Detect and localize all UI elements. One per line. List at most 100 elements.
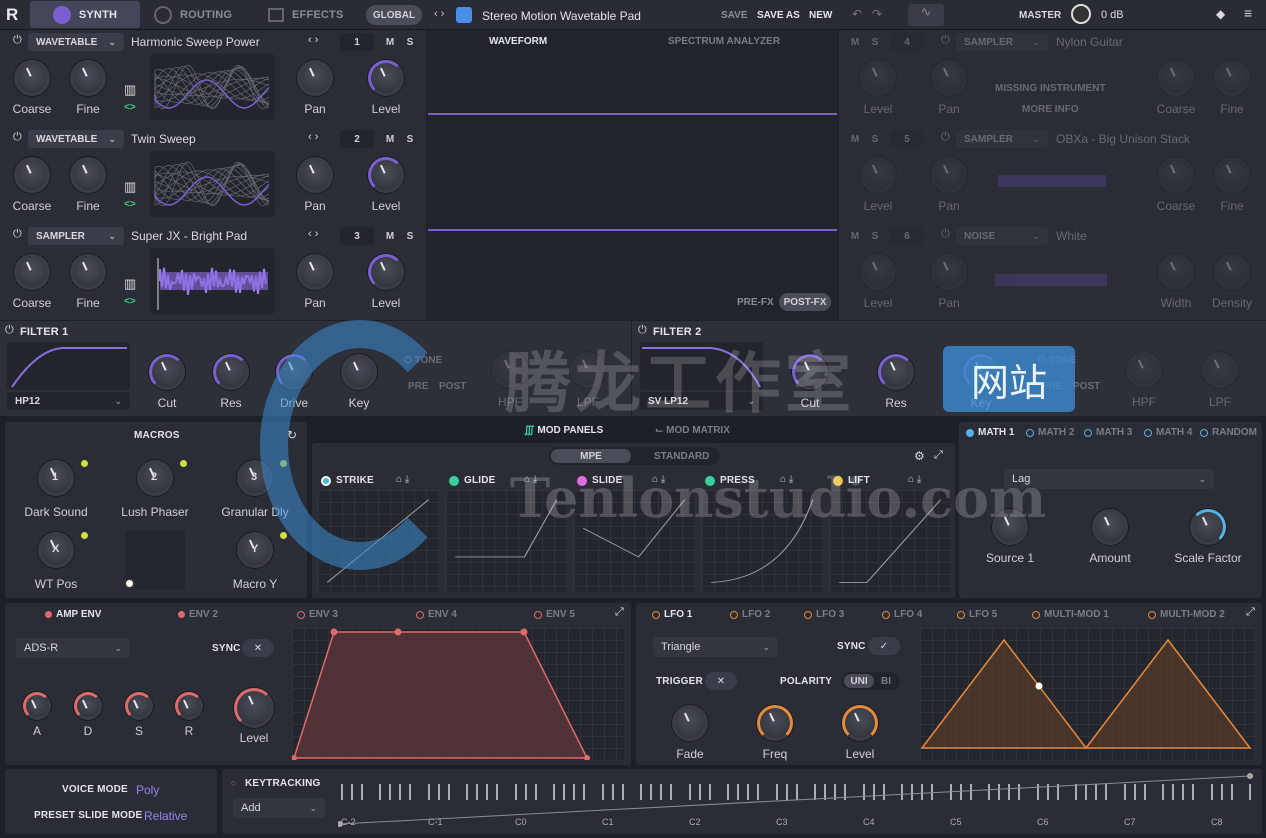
osc-coarse-knob[interactable] xyxy=(14,60,50,96)
tab-effects[interactable]: EFFECTS xyxy=(268,1,363,28)
filter2-cut-knob[interactable] xyxy=(792,354,828,390)
mute-button[interactable]: M xyxy=(848,33,862,51)
osc-type-select[interactable]: WAVETABLE ⌄ xyxy=(28,33,124,51)
osc-level-knob[interactable] xyxy=(860,254,896,290)
env-d-knob[interactable] xyxy=(74,692,102,720)
osc-width-knob[interactable] xyxy=(1158,254,1194,290)
osc-coarse-knob[interactable] xyxy=(14,157,50,193)
osc-nav-icon[interactable]: ‹ › xyxy=(308,131,318,143)
filter2-pre[interactable]: PRE xyxy=(1042,381,1063,392)
osc-type-select[interactable]: SAMPLER ⌄ xyxy=(28,227,124,245)
waveform-view-button[interactable]: ∿ xyxy=(908,4,944,26)
osc-name[interactable]: Nylon Guitar xyxy=(1056,35,1123,49)
lfo-freq-knob[interactable] xyxy=(757,705,793,741)
envelope-graph[interactable] xyxy=(291,628,624,761)
lfo-graph[interactable] xyxy=(920,628,1254,760)
filter1-pre[interactable]: PRE xyxy=(408,381,429,392)
env-tab[interactable]: ENV 5 xyxy=(534,609,575,620)
post-fx-button[interactable]: POST-FX xyxy=(779,293,831,311)
preset-nav-icon[interactable]: ‹ › xyxy=(434,8,444,20)
mod-panel-dot[interactable] xyxy=(321,476,331,486)
math-tab[interactable]: MATH 2 xyxy=(1026,427,1074,438)
master-knob[interactable] xyxy=(1071,4,1091,24)
mpe-button[interactable]: MPE xyxy=(551,449,631,463)
xy-pad-handle[interactable] xyxy=(124,578,135,589)
polarity-uni[interactable]: UNI xyxy=(844,674,874,688)
code-icon[interactable]: <> xyxy=(124,296,136,307)
solo-button[interactable]: S xyxy=(402,130,418,148)
osc-fine-knob[interactable] xyxy=(70,254,106,290)
mute-button[interactable]: M xyxy=(848,227,862,245)
mute-button[interactable]: M xyxy=(382,130,398,148)
osc-nav-icon[interactable]: ‹ › xyxy=(308,34,318,46)
standard-button[interactable]: STANDARD xyxy=(654,451,709,462)
filter1-lpf-knob[interactable] xyxy=(570,352,606,388)
power-icon[interactable]: ⏻ xyxy=(941,228,950,241)
tab-mod-matrix[interactable]: ⌙ MOD MATRIX xyxy=(655,425,730,436)
math-amount-knob[interactable] xyxy=(1092,509,1128,545)
osc-pan-knob[interactable] xyxy=(931,254,967,290)
undo-icon[interactable]: ↶ xyxy=(852,7,862,21)
keyboard-strip[interactable] xyxy=(337,772,1261,830)
power-icon[interactable]: ⏻ xyxy=(13,131,22,144)
lfo-fade-knob[interactable] xyxy=(672,705,708,741)
env-s-knob[interactable] xyxy=(125,692,153,720)
osc-level-knob[interactable] xyxy=(368,157,404,193)
env-level-knob[interactable] xyxy=(234,688,274,728)
keytracking-power-icon[interactable]: ○ xyxy=(231,778,236,788)
osc-preview[interactable] xyxy=(150,54,275,120)
filter2-tone-power-icon[interactable]: ⏻ xyxy=(1038,355,1049,366)
lfo-sync-toggle[interactable]: ✓ xyxy=(868,637,900,655)
osc-name[interactable]: White xyxy=(1056,229,1087,243)
osc-preview[interactable] xyxy=(150,248,275,314)
polarity-bi[interactable]: BI xyxy=(881,676,891,687)
osc-level-knob[interactable] xyxy=(368,60,404,96)
math-tab[interactable]: RANDOM xyxy=(1200,427,1257,438)
mod-panel-dot[interactable] xyxy=(833,476,843,486)
tab-spectrum[interactable]: SPECTRUM ANALYZER xyxy=(668,36,780,47)
keytracking-mode-select[interactable]: Add ⌄ xyxy=(233,798,325,818)
math-source-1-knob[interactable] xyxy=(992,509,1028,545)
osc-level-knob[interactable] xyxy=(860,60,896,96)
env-tab[interactable]: ENV 3 xyxy=(297,609,338,620)
osc-pan-knob[interactable] xyxy=(297,60,333,96)
filter2-power-icon[interactable]: ⏻ xyxy=(638,324,647,337)
mod-panel-graph[interactable] xyxy=(830,490,950,592)
power-icon[interactable]: ⏻ xyxy=(13,34,22,47)
power-icon[interactable]: ⏻ xyxy=(13,228,22,241)
global-button[interactable]: GLOBAL xyxy=(366,5,422,25)
filter1-tone-power-icon[interactable]: ⏻ xyxy=(404,355,415,366)
lfo-tab[interactable]: MULTI-MOD 2 xyxy=(1148,609,1225,620)
more-info-link[interactable]: MORE INFO xyxy=(1022,104,1079,115)
power-icon[interactable]: ⏻ xyxy=(941,131,950,144)
mute-button[interactable]: M xyxy=(848,130,862,148)
tab-routing[interactable]: ROUTING xyxy=(150,1,260,28)
env-tab[interactable]: ENV 4 xyxy=(416,609,457,620)
filter1-key-knob[interactable] xyxy=(341,354,377,390)
tab-waveform[interactable]: WAVEFORM xyxy=(489,36,547,47)
osc-pan-knob[interactable] xyxy=(931,157,967,193)
lfo-trigger-toggle[interactable]: ✕ xyxy=(705,672,737,690)
filter1-cut-knob[interactable] xyxy=(149,354,185,390)
filter2-res-knob[interactable] xyxy=(878,354,914,390)
osc-coarse-knob[interactable] xyxy=(1158,60,1194,96)
power-icon[interactable]: ⏻ xyxy=(941,34,950,47)
preset-slide-value[interactable]: Relative xyxy=(144,809,187,823)
osc-pan-knob[interactable] xyxy=(931,60,967,96)
osc-preview[interactable] xyxy=(150,151,275,217)
solo-button[interactable]: S xyxy=(402,227,418,245)
menu-icon[interactable]: ≡ xyxy=(1244,5,1252,21)
env-sync-toggle[interactable]: ✕ xyxy=(242,639,274,657)
save-button[interactable]: SAVE xyxy=(721,10,748,21)
osc-type-select[interactable]: NOISE ⌄ xyxy=(956,227,1048,245)
lfo-level-knob[interactable] xyxy=(842,705,878,741)
mod-panel-icons[interactable]: ⌂ ⤓ xyxy=(780,474,793,485)
env-tab[interactable]: AMP ENV xyxy=(45,609,101,620)
filter2-lpf-knob[interactable] xyxy=(1202,352,1238,388)
save-as-button[interactable]: SAVE AS xyxy=(757,10,800,21)
lfo-tab[interactable]: LFO 2 xyxy=(730,609,770,620)
osc-fine-knob[interactable] xyxy=(1214,157,1250,193)
math-tab[interactable]: MATH 1 xyxy=(966,427,1014,438)
filter2-post[interactable]: POST xyxy=(1073,381,1100,392)
filter1-type-select[interactable]: HP12 ⌄ xyxy=(7,392,130,410)
